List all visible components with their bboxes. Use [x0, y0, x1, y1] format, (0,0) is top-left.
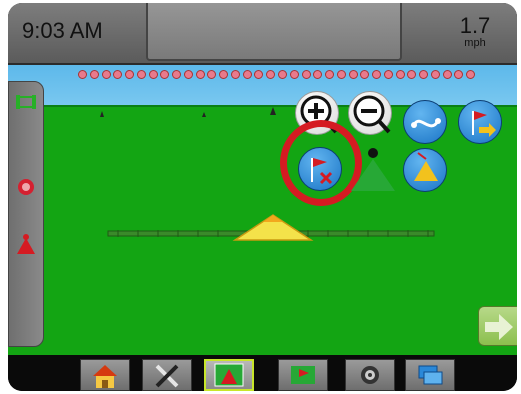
boom-section-dot — [183, 70, 193, 79]
boom-section-dot — [419, 70, 429, 79]
left-side-tray[interactable] — [8, 81, 44, 347]
arrow-right-icon — [485, 314, 513, 340]
boom-section-dot — [289, 70, 299, 79]
boom-section-dot — [372, 70, 382, 79]
heading-triangle-icon — [414, 152, 438, 181]
boom-section-dot — [430, 70, 440, 79]
boom-section-dot — [266, 70, 276, 79]
boom-section-dot — [172, 70, 182, 79]
boom-section-dot — [466, 70, 476, 79]
boom-section-dot — [207, 70, 217, 79]
boom-section-dot — [125, 70, 135, 79]
vehicle-icon[interactable] — [15, 232, 37, 258]
tab-markers[interactable] — [278, 359, 328, 391]
boom-section-dot — [313, 70, 323, 79]
speed-display: 1.7 mph — [440, 15, 510, 50]
tab-home[interactable] — [80, 359, 130, 391]
boom-section-dot — [348, 70, 358, 79]
guidance-screen: 9:03 AM 1.7 mph — [8, 3, 517, 391]
boundary-icon[interactable] — [15, 94, 37, 110]
tab-camera[interactable] — [345, 359, 395, 391]
boom-section-dot — [254, 70, 264, 79]
rain-icon[interactable] — [16, 177, 36, 197]
boom-section-dot — [336, 70, 346, 79]
curve-line-icon — [411, 118, 441, 128]
boom-section-dot — [219, 70, 229, 79]
camera-icon — [361, 366, 379, 384]
vehicle-perspective-icon[interactable] — [348, 143, 398, 193]
boom-section-dot — [242, 70, 252, 79]
tools-icon — [155, 364, 179, 388]
boom-section-dot — [407, 70, 417, 79]
boom-section-dot — [136, 70, 146, 79]
guidance-icon — [214, 363, 244, 387]
vehicle-marker-tip — [263, 215, 283, 222]
speed-value: 1.7 — [459, 13, 491, 38]
boom-section-dot — [101, 70, 111, 79]
tab-guidance[interactable] — [204, 359, 254, 391]
home-icon — [93, 365, 117, 388]
boom-section-dot — [113, 70, 123, 79]
boom-section-dot — [148, 70, 158, 79]
boom-section-dot — [325, 70, 335, 79]
tab-tools[interactable] — [142, 359, 192, 391]
boom-section-dot — [301, 70, 311, 79]
boom-section-indicators — [78, 70, 478, 80]
boom-section-dot — [230, 70, 240, 79]
boom-section-dot — [89, 70, 99, 79]
header-center-panel[interactable] — [146, 3, 402, 61]
heading-button[interactable] — [403, 148, 447, 192]
distant-marker-1 — [100, 111, 104, 117]
boom-section-dot — [395, 70, 405, 79]
bottom-toolbar — [8, 355, 517, 391]
status-header: 9:03 AM 1.7 mph — [8, 3, 517, 65]
magnifier-minus-icon — [353, 95, 391, 134]
boom-section-dot — [160, 70, 170, 79]
distant-marker-3 — [202, 112, 206, 117]
view-toggle-button[interactable] — [403, 100, 447, 144]
boom-section-dot — [278, 70, 287, 79]
flag-arrow-icon — [472, 111, 496, 137]
next-page-button[interactable] — [478, 306, 517, 346]
boom-section-dot — [195, 70, 205, 79]
boom-section-dot — [454, 70, 464, 79]
tab-layers[interactable] — [405, 359, 455, 391]
zoom-out-button[interactable] — [348, 91, 392, 135]
distant-marker-2 — [270, 107, 276, 115]
markers-icon — [291, 366, 315, 384]
boom-section-dot — [442, 70, 452, 79]
speed-unit: mph — [464, 37, 486, 49]
boom-section-dot — [78, 70, 87, 79]
boom-section-dot — [360, 70, 370, 79]
layers-icon — [418, 365, 443, 385]
marker-button[interactable] — [458, 100, 502, 144]
clock-label: 9:03 AM — [22, 18, 103, 43]
boom-section-dot — [383, 70, 393, 79]
